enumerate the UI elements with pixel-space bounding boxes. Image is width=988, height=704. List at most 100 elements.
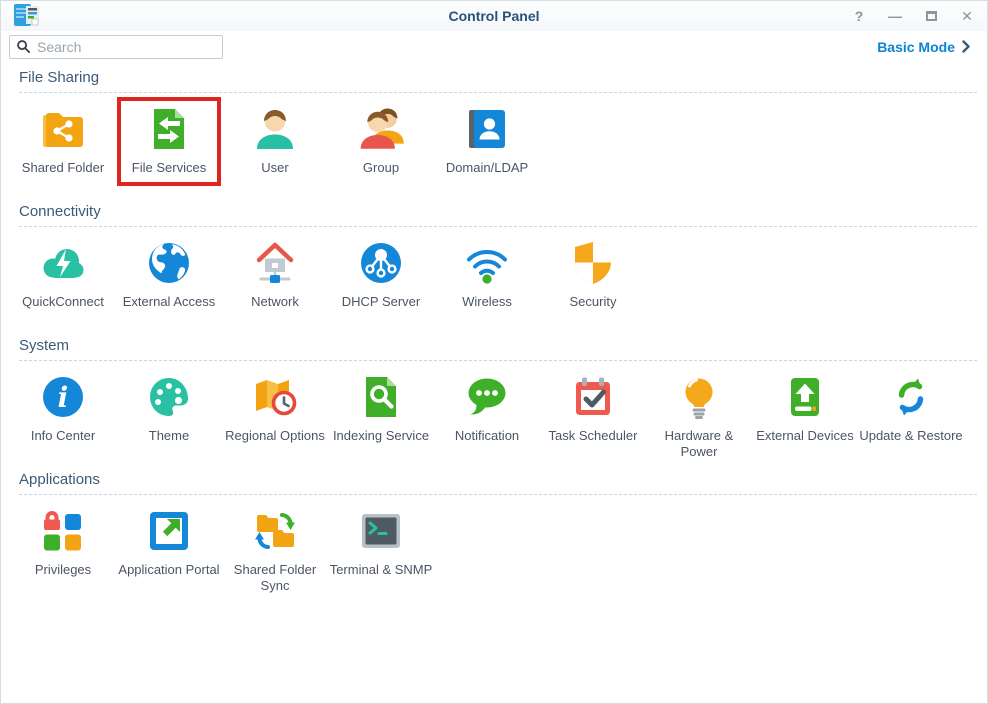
notification-icon xyxy=(463,373,511,421)
item-label: Terminal & SNMP xyxy=(330,562,433,578)
item-label: DHCP Server xyxy=(342,294,421,310)
item-label: QuickConnect xyxy=(22,294,104,310)
hardware-power-icon xyxy=(675,373,723,421)
cp-item-theme[interactable]: Theme xyxy=(116,373,222,444)
control-panel-window: Control Panel ? — ✕ Basic Mode File Shar… xyxy=(0,0,988,704)
close-icon[interactable]: ✕ xyxy=(959,8,975,24)
cp-item-domain-ldap[interactable]: Domain/LDAP xyxy=(434,105,540,176)
task-scheduler-icon xyxy=(569,373,617,421)
section-items-connectivity: QuickConnect External Access Network DHCP S… xyxy=(1,227,987,329)
search-box[interactable] xyxy=(9,35,223,59)
user-icon xyxy=(251,105,299,153)
item-label: Update & Restore xyxy=(859,428,962,444)
cp-item-terminal-snmp[interactable]: Terminal & SNMP xyxy=(328,507,434,578)
basic-mode-link[interactable]: Basic Mode xyxy=(877,39,977,55)
maximize-icon[interactable] xyxy=(923,8,939,24)
item-label: Domain/LDAP xyxy=(446,160,528,176)
cp-item-privileges[interactable]: Privileges xyxy=(10,507,116,578)
item-label: External Devices xyxy=(756,428,854,444)
section-connectivity: Connectivity QuickConnect External Access N… xyxy=(1,203,987,329)
terminal-snmp-icon xyxy=(357,507,405,555)
security-icon xyxy=(569,239,617,287)
titlebar: Control Panel ? — ✕ xyxy=(1,1,987,31)
cp-item-quickconnect[interactable]: QuickConnect xyxy=(10,239,116,310)
cp-item-hardware-power[interactable]: Hardware & Power xyxy=(646,373,752,460)
section-header-system: System xyxy=(19,337,977,361)
shared-folder-sync-icon xyxy=(251,507,299,555)
shared-folder-icon xyxy=(39,105,87,153)
item-label: Theme xyxy=(149,428,189,444)
item-label: Notification xyxy=(455,428,519,444)
cp-item-group[interactable]: Group xyxy=(328,105,434,176)
item-label: File Services xyxy=(132,160,206,176)
file-services-icon xyxy=(145,105,193,153)
search-input[interactable] xyxy=(37,39,216,55)
application-portal-icon xyxy=(145,507,193,555)
cp-item-update-restore[interactable]: Update & Restore xyxy=(858,373,964,444)
item-label: Shared Folder Sync xyxy=(222,562,328,594)
dhcp-server-icon xyxy=(357,239,405,287)
basic-mode-label: Basic Mode xyxy=(877,39,955,55)
regional-options-icon xyxy=(251,373,299,421)
item-label: Regional Options xyxy=(225,428,325,444)
window-title: Control Panel xyxy=(1,8,987,24)
cp-item-network[interactable]: Network xyxy=(222,239,328,310)
cp-item-indexing-service[interactable]: Indexing Service xyxy=(328,373,434,444)
item-label: Shared Folder xyxy=(22,160,104,176)
group-icon xyxy=(357,105,405,153)
section-header-connectivity: Connectivity xyxy=(19,203,977,227)
info-center-icon: i xyxy=(39,373,87,421)
control-panel-app-icon xyxy=(13,3,43,29)
cp-item-notification[interactable]: Notification xyxy=(434,373,540,444)
domain-ldap-icon xyxy=(463,105,511,153)
item-label: External Access xyxy=(123,294,216,310)
item-label: Group xyxy=(363,160,399,176)
section-applications: Applications Privileges Application Portal… xyxy=(1,471,987,597)
window-controls: ? — ✕ xyxy=(851,8,975,24)
minimize-icon[interactable]: — xyxy=(887,8,903,24)
cp-item-external-devices[interactable]: External Devices xyxy=(752,373,858,444)
network-icon xyxy=(251,239,299,287)
toolbar: Basic Mode xyxy=(1,31,987,61)
cp-item-regional-options[interactable]: Regional Options xyxy=(222,373,328,444)
indexing-service-icon xyxy=(357,373,405,421)
item-label: Privileges xyxy=(35,562,91,578)
cp-item-task-scheduler[interactable]: Task Scheduler xyxy=(540,373,646,444)
item-label: Application Portal xyxy=(118,562,219,578)
cp-item-info-center[interactable]: i Info Center xyxy=(10,373,116,444)
cp-item-security[interactable]: Security xyxy=(540,239,646,310)
item-label: Security xyxy=(570,294,617,310)
wireless-icon xyxy=(463,239,511,287)
external-access-icon xyxy=(145,239,193,287)
item-label: Info Center xyxy=(31,428,95,444)
item-label: Indexing Service xyxy=(333,428,429,444)
chevron-right-icon xyxy=(962,40,971,53)
item-label: User xyxy=(261,160,288,176)
quickconnect-icon xyxy=(39,239,87,287)
section-header-applications: Applications xyxy=(19,471,977,495)
cp-item-external-access[interactable]: External Access xyxy=(116,239,222,310)
external-devices-icon xyxy=(781,373,829,421)
section-items-system: i Info Center Theme Regional Options Indexin… xyxy=(1,361,987,463)
section-system: System i Info Center Theme Regional Options I… xyxy=(1,337,987,463)
cp-item-user[interactable]: User xyxy=(222,105,328,176)
section-items-applications: Privileges Application PortalShared Folde… xyxy=(1,495,987,597)
search-icon xyxy=(16,39,31,54)
sections: File Sharing Shared Folder File Services Us… xyxy=(1,69,987,597)
section-items-file-sharing: Shared Folder File Services User Group Domai… xyxy=(1,93,987,195)
item-label: Wireless xyxy=(462,294,512,310)
help-icon[interactable]: ? xyxy=(851,8,867,24)
cp-item-application-portal[interactable]: Application Portal xyxy=(116,507,222,578)
section-file-sharing: File Sharing Shared Folder File Services Us… xyxy=(1,69,987,195)
cp-item-shared-folder[interactable]: Shared Folder xyxy=(10,105,116,176)
privileges-icon xyxy=(39,507,87,555)
item-label: Hardware & Power xyxy=(646,428,752,460)
section-header-file-sharing: File Sharing xyxy=(19,69,977,93)
svg-text:i: i xyxy=(58,381,69,414)
cp-item-dhcp-server[interactable]: DHCP Server xyxy=(328,239,434,310)
cp-item-shared-folder-sync[interactable]: Shared Folder Sync xyxy=(222,507,328,594)
cp-item-wireless[interactable]: Wireless xyxy=(434,239,540,310)
theme-icon xyxy=(145,373,193,421)
item-label: Network xyxy=(251,294,299,310)
cp-item-file-services[interactable]: File Services xyxy=(116,105,222,176)
